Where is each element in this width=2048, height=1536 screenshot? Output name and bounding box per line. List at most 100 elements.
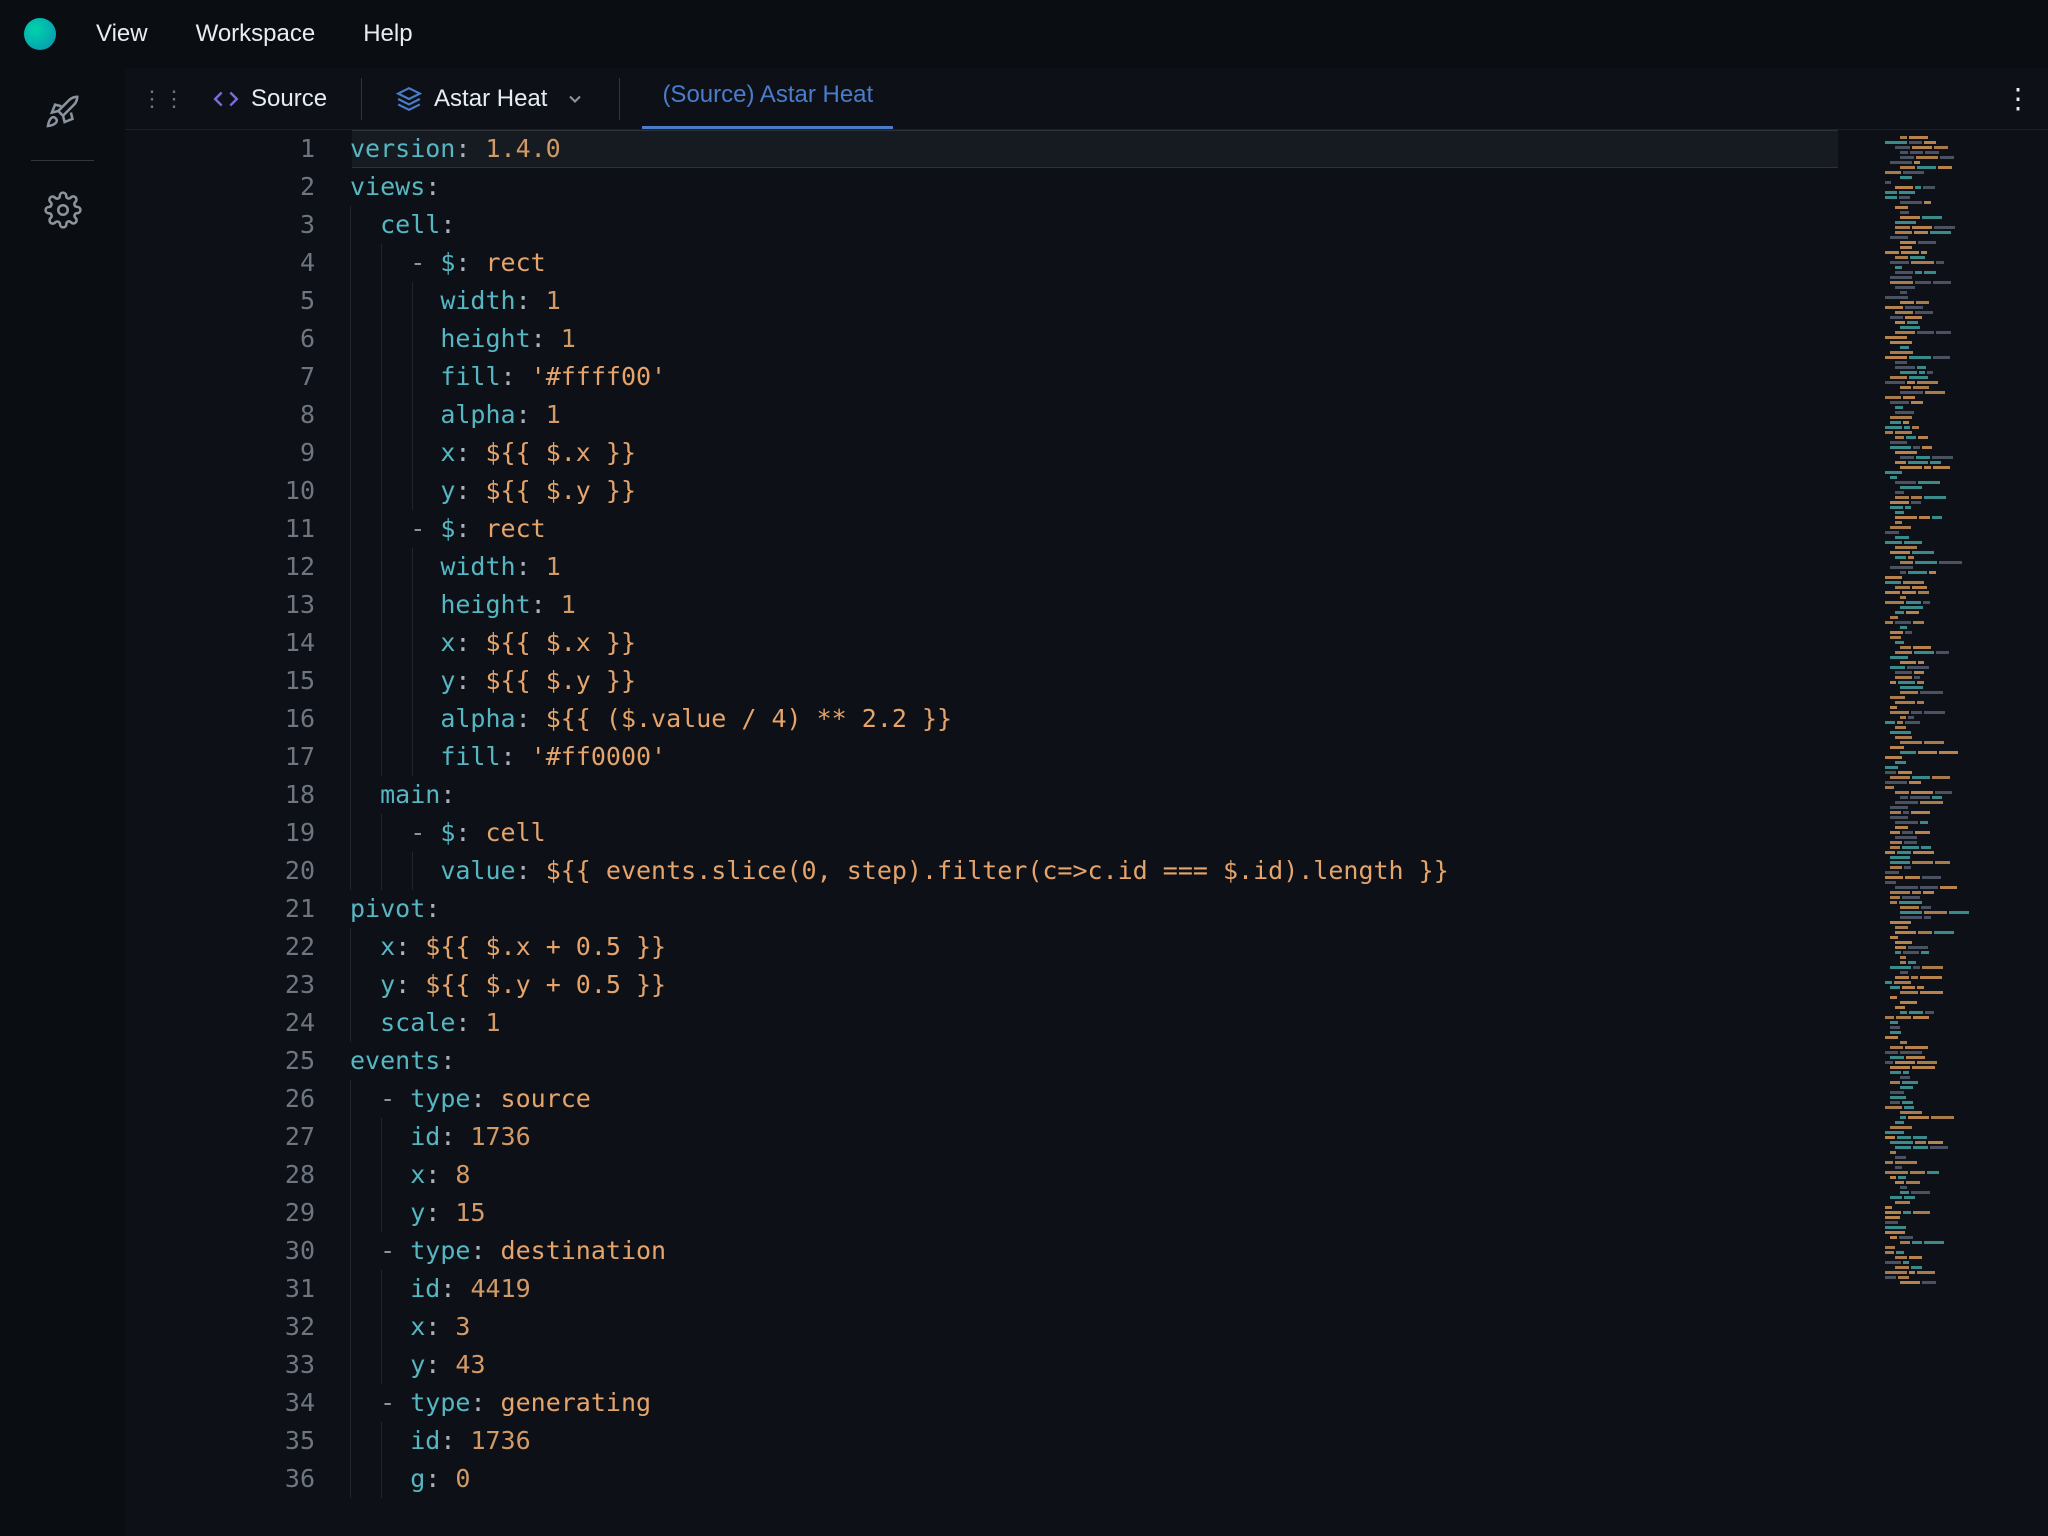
tab-source[interactable]: Source (201, 77, 339, 121)
code-line[interactable]: - $: rect (350, 510, 1843, 548)
minimap-line (1883, 186, 2042, 190)
line-number: 13 (125, 586, 315, 624)
code-line[interactable]: fill: '#ff0000' (350, 738, 1843, 776)
minimap-line (1883, 511, 2042, 515)
code-line[interactable]: x: 3 (350, 1308, 1843, 1346)
code-line[interactable]: x: ${{ $.x }} (350, 434, 1843, 472)
minimap-line (1883, 311, 2042, 315)
minimap-line (1883, 586, 2042, 590)
code-line[interactable]: height: 1 (350, 586, 1843, 624)
minimap-line (1883, 1026, 2042, 1030)
minimap-line (1883, 1211, 2042, 1215)
minimap-line (1883, 771, 2042, 775)
code-line[interactable]: height: 1 (350, 320, 1843, 358)
minimap-line (1883, 316, 2042, 320)
tab-active[interactable]: (Source) Astar Heat (642, 68, 893, 129)
minimap-line (1883, 321, 2042, 325)
code-line[interactable]: version: 1.4.0 (350, 130, 1843, 168)
code-line[interactable]: width: 1 (350, 548, 1843, 586)
code-line[interactable]: - type: generating (350, 1384, 1843, 1422)
minimap-line (1883, 416, 2042, 420)
minimap-line (1883, 451, 2042, 455)
code-line[interactable]: y: 15 (350, 1194, 1843, 1232)
minimap-line (1883, 731, 2042, 735)
minimap-line (1883, 1201, 2042, 1205)
minimap-line (1883, 496, 2042, 500)
code-line[interactable]: y: ${{ $.y + 0.5 }} (350, 966, 1843, 1004)
line-number: 19 (125, 814, 315, 852)
project-label: Astar Heat (434, 85, 547, 113)
line-number: 5 (125, 282, 315, 320)
chevron-down-icon (565, 89, 585, 109)
code-line[interactable]: - type: source (350, 1080, 1843, 1118)
minimap-line (1883, 631, 2042, 635)
minimap-line (1883, 1251, 2042, 1255)
indent-guide (412, 282, 413, 320)
code-line[interactable]: scale: 1 (350, 1004, 1843, 1042)
minimap-line (1883, 1156, 2042, 1160)
minimap-line (1883, 621, 2042, 625)
minimap-line (1883, 406, 2042, 410)
activity-sidebar (0, 68, 125, 1536)
code-line[interactable]: events: (350, 1042, 1843, 1080)
code-line[interactable]: pivot: (350, 890, 1843, 928)
minimap-line (1883, 996, 2042, 1000)
line-number: 2 (125, 168, 315, 206)
code-line[interactable]: id: 1736 (350, 1118, 1843, 1156)
menu-view[interactable]: View (96, 20, 148, 48)
drag-handle-icon[interactable]: ⋮⋮ (141, 86, 185, 112)
indent-guide (381, 1460, 382, 1498)
code-line[interactable]: cell: (350, 206, 1843, 244)
code-line[interactable]: views: (350, 168, 1843, 206)
code-line[interactable]: id: 1736 (350, 1422, 1843, 1460)
minimap-line (1883, 801, 2042, 805)
minimap-line (1883, 981, 2042, 985)
indent-guide (381, 624, 382, 662)
code-editor[interactable]: 1234567891011121314151617181920212223242… (125, 130, 2048, 1536)
code-line[interactable]: - type: destination (350, 1232, 1843, 1270)
minimap-line (1883, 401, 2042, 405)
main-layout: ⋮⋮ Source Astar Heat (Source) Astar Heat… (0, 68, 2048, 1536)
app-logo[interactable] (24, 18, 56, 50)
minimap[interactable] (1843, 130, 2048, 1536)
code-line[interactable]: fill: '#ffff00' (350, 358, 1843, 396)
rocket-icon[interactable] (44, 92, 82, 130)
code-line[interactable]: value: ${{ events.slice(0, step).filter(… (350, 852, 1843, 890)
minimap-line (1883, 486, 2042, 490)
minimap-line (1883, 216, 2042, 220)
code-line[interactable]: x: ${{ $.x + 0.5 }} (350, 928, 1843, 966)
code-area[interactable]: version: 1.4.0views: cell: - $: rect wid… (350, 130, 1843, 1536)
minimap-line (1883, 1186, 2042, 1190)
minimap-line (1883, 911, 2042, 915)
tab-project-selector[interactable]: Astar Heat (384, 77, 597, 121)
code-line[interactable]: width: 1 (350, 282, 1843, 320)
indent-guide (350, 776, 351, 814)
minimap-line (1883, 1066, 2042, 1070)
line-number: 9 (125, 434, 315, 472)
more-vert-icon[interactable]: ⋮ (2004, 82, 2032, 115)
gear-icon[interactable] (44, 191, 82, 229)
menu-help[interactable]: Help (363, 20, 412, 48)
code-line[interactable]: id: 4419 (350, 1270, 1843, 1308)
minimap-line (1883, 1131, 2042, 1135)
code-line[interactable]: x: ${{ $.x }} (350, 624, 1843, 662)
minimap-line (1883, 596, 2042, 600)
minimap-line (1883, 261, 2042, 265)
minimap-line (1883, 971, 2042, 975)
minimap-line (1883, 826, 2042, 830)
code-line[interactable]: - $: rect (350, 244, 1843, 282)
code-line[interactable]: alpha: ${{ ($.value / 4) ** 2.2 }} (350, 700, 1843, 738)
minimap-line (1883, 471, 2042, 475)
code-line[interactable]: x: 8 (350, 1156, 1843, 1194)
minimap-line (1883, 136, 2042, 140)
code-line[interactable]: alpha: 1 (350, 396, 1843, 434)
menu-workspace[interactable]: Workspace (196, 20, 316, 48)
code-line[interactable]: y: ${{ $.y }} (350, 472, 1843, 510)
minimap-line (1883, 721, 2042, 725)
code-line[interactable]: g: 0 (350, 1460, 1843, 1498)
code-line[interactable]: main: (350, 776, 1843, 814)
code-line[interactable]: - $: cell (350, 814, 1843, 852)
code-line[interactable]: y: ${{ $.y }} (350, 662, 1843, 700)
code-line[interactable]: y: 43 (350, 1346, 1843, 1384)
minimap-line (1883, 1011, 2042, 1015)
